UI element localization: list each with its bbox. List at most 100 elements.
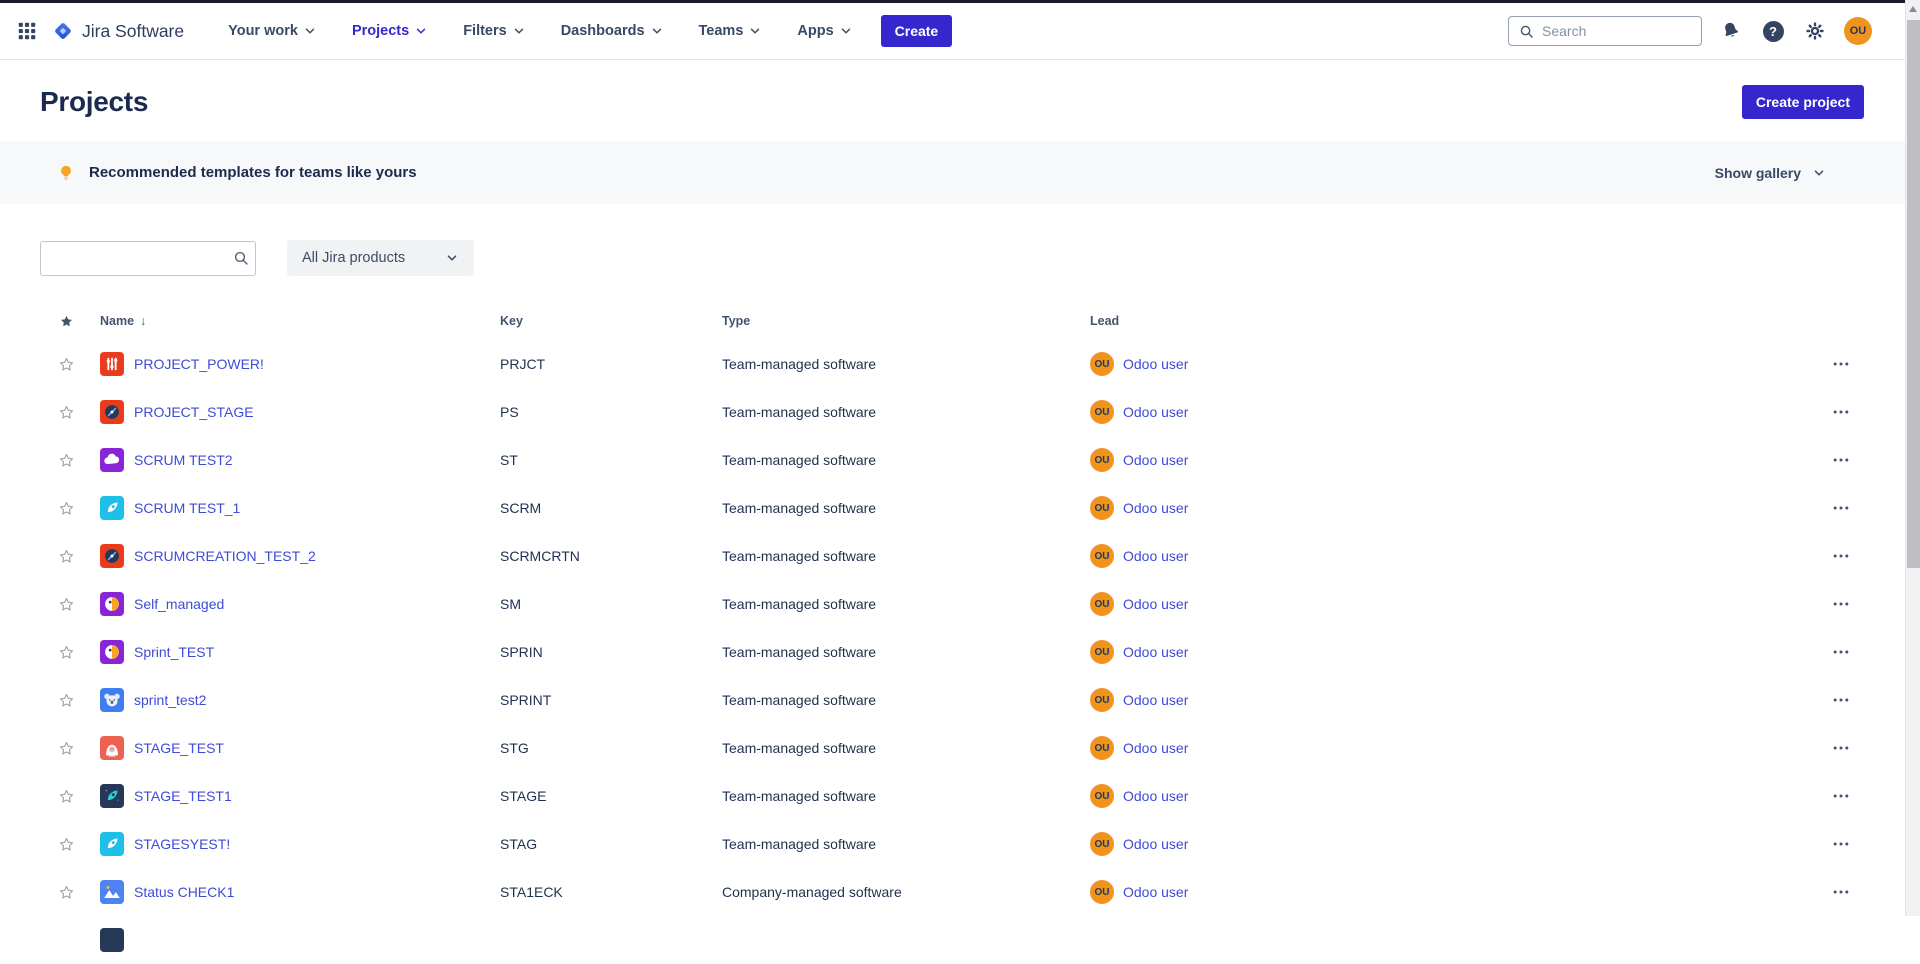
row-more-button[interactable] xyxy=(1806,690,1876,710)
vertical-scrollbar[interactable] xyxy=(1905,0,1920,916)
project-type: Team-managed software xyxy=(722,356,1090,372)
row-more-button[interactable] xyxy=(1806,402,1876,422)
search-icon xyxy=(233,250,249,266)
filter-search-input[interactable] xyxy=(52,250,233,266)
ellipsis-icon xyxy=(1831,738,1851,758)
project-key: STAGE xyxy=(500,788,722,804)
scrollbar-thumb[interactable] xyxy=(1907,20,1920,568)
nav-projects[interactable]: Projects xyxy=(352,23,428,39)
project-name-link[interactable]: SCRUM TEST2 xyxy=(134,452,233,468)
nav-filters[interactable]: Filters xyxy=(463,23,526,39)
project-key: STAG xyxy=(500,836,722,852)
lead-name-link[interactable]: Odoo user xyxy=(1123,836,1188,852)
project-name-link[interactable]: STAGESYEST! xyxy=(134,836,230,852)
parrot-icon xyxy=(101,593,123,615)
project-type: Team-managed software xyxy=(722,692,1090,708)
star-toggle[interactable] xyxy=(44,548,88,565)
row-more-button[interactable] xyxy=(1806,450,1876,470)
user-avatar[interactable]: OU xyxy=(1844,17,1872,45)
star-toggle[interactable] xyxy=(44,596,88,613)
nav-apps[interactable]: Apps xyxy=(797,23,852,39)
star-toggle[interactable] xyxy=(44,452,88,469)
project-key: PRJCT xyxy=(500,356,722,372)
app-switcher-icon[interactable] xyxy=(16,20,38,42)
project-name-link[interactable]: Self_managed xyxy=(134,596,224,612)
star-outline-icon xyxy=(58,692,75,709)
search-input[interactable] xyxy=(1542,23,1691,39)
products-filter-label: All Jira products xyxy=(302,250,405,266)
project-name-link[interactable]: PROJECT_STAGE xyxy=(134,404,254,420)
project-name-link[interactable]: SCRUMCREATION_TEST_2 xyxy=(134,548,316,564)
lead-name-link[interactable]: Odoo user xyxy=(1123,596,1188,612)
project-avatar xyxy=(100,544,124,568)
project-avatar xyxy=(100,640,124,664)
row-more-button[interactable] xyxy=(1806,786,1876,806)
row-more-button[interactable] xyxy=(1806,546,1876,566)
project-name-link[interactable]: sprint_test2 xyxy=(134,692,206,708)
row-more-button[interactable] xyxy=(1806,498,1876,518)
star-toggle[interactable] xyxy=(44,740,88,757)
notifications-button[interactable] xyxy=(1718,18,1744,44)
nav-dashboards[interactable]: Dashboards xyxy=(561,23,664,39)
table-row: sprint_test2 SPRINT Team-managed softwar… xyxy=(44,676,1876,724)
nav-your-work[interactable]: Your work xyxy=(228,23,317,39)
navbar-right: ? OU xyxy=(1508,16,1890,46)
templates-banner: Recommended templates for teams like you… xyxy=(0,141,1920,204)
row-more-button[interactable] xyxy=(1806,834,1876,854)
lead-name-link[interactable]: Odoo user xyxy=(1123,692,1188,708)
star-toggle[interactable] xyxy=(44,356,88,373)
settings-button[interactable] xyxy=(1802,18,1828,44)
lead-name-link[interactable]: Odoo user xyxy=(1123,644,1188,660)
table-row: STAGESYEST! STAG Team-managed software O… xyxy=(44,820,1876,868)
project-name-link[interactable]: PROJECT_POWER! xyxy=(134,356,264,372)
name-column-header[interactable]: Name↓ xyxy=(88,314,500,328)
star-toggle[interactable] xyxy=(44,836,88,853)
project-filter-search[interactable] xyxy=(40,241,256,276)
lead-name-link[interactable]: Odoo user xyxy=(1123,740,1188,756)
star-column-header[interactable] xyxy=(44,314,88,329)
lead-name-link[interactable]: Odoo user xyxy=(1123,404,1188,420)
show-gallery-button[interactable]: Show gallery xyxy=(1715,165,1826,181)
search-icon xyxy=(1519,24,1534,39)
project-type: Team-managed software xyxy=(722,740,1090,756)
row-more-button[interactable] xyxy=(1806,882,1876,902)
create-project-button[interactable]: Create project xyxy=(1742,85,1864,119)
project-name-link[interactable]: SCRUM TEST_1 xyxy=(134,500,240,516)
ellipsis-icon xyxy=(1831,690,1851,710)
row-more-button[interactable] xyxy=(1806,738,1876,758)
project-type: Team-managed software xyxy=(722,644,1090,660)
project-name-link[interactable]: STAGE_TEST1 xyxy=(134,788,232,804)
lead-name-link[interactable]: Odoo user xyxy=(1123,548,1188,564)
project-name-link[interactable]: Status CHECK1 xyxy=(134,884,234,900)
row-more-button[interactable] xyxy=(1806,642,1876,662)
nav-teams[interactable]: Teams xyxy=(699,23,763,39)
star-toggle[interactable] xyxy=(44,500,88,517)
star-toggle[interactable] xyxy=(44,692,88,709)
lead-column-header[interactable]: Lead xyxy=(1090,314,1806,328)
project-name-link[interactable]: STAGE_TEST xyxy=(134,740,224,756)
star-toggle[interactable] xyxy=(44,788,88,805)
jira-logo[interactable]: Jira Software xyxy=(52,20,184,42)
star-toggle[interactable] xyxy=(44,404,88,421)
lead-name-link[interactable]: Odoo user xyxy=(1123,356,1188,372)
create-button[interactable]: Create xyxy=(881,15,953,47)
scrollbar-up-arrow[interactable] xyxy=(1909,6,1917,12)
lead-name-link[interactable]: Odoo user xyxy=(1123,884,1188,900)
table-row: PROJECT_STAGE PS Team-managed software O… xyxy=(44,388,1876,436)
banner-heading: Recommended templates for teams like you… xyxy=(57,164,417,182)
lead-avatar: OU xyxy=(1090,592,1114,616)
help-button[interactable]: ? xyxy=(1760,18,1786,44)
project-name-link[interactable]: Sprint_TEST xyxy=(134,644,214,660)
row-more-button[interactable] xyxy=(1806,354,1876,374)
star-toggle[interactable] xyxy=(44,884,88,901)
lead-name-link[interactable]: Odoo user xyxy=(1123,452,1188,468)
type-column-header[interactable]: Type xyxy=(722,314,1090,328)
star-toggle[interactable] xyxy=(44,644,88,661)
lead-name-link[interactable]: Odoo user xyxy=(1123,500,1188,516)
products-filter-dropdown[interactable]: All Jira products xyxy=(287,240,474,276)
lead-name-link[interactable]: Odoo user xyxy=(1123,788,1188,804)
page-header: Projects Create project xyxy=(0,60,1920,141)
key-column-header[interactable]: Key xyxy=(500,314,722,328)
row-more-button[interactable] xyxy=(1806,594,1876,614)
global-search[interactable] xyxy=(1508,16,1702,46)
